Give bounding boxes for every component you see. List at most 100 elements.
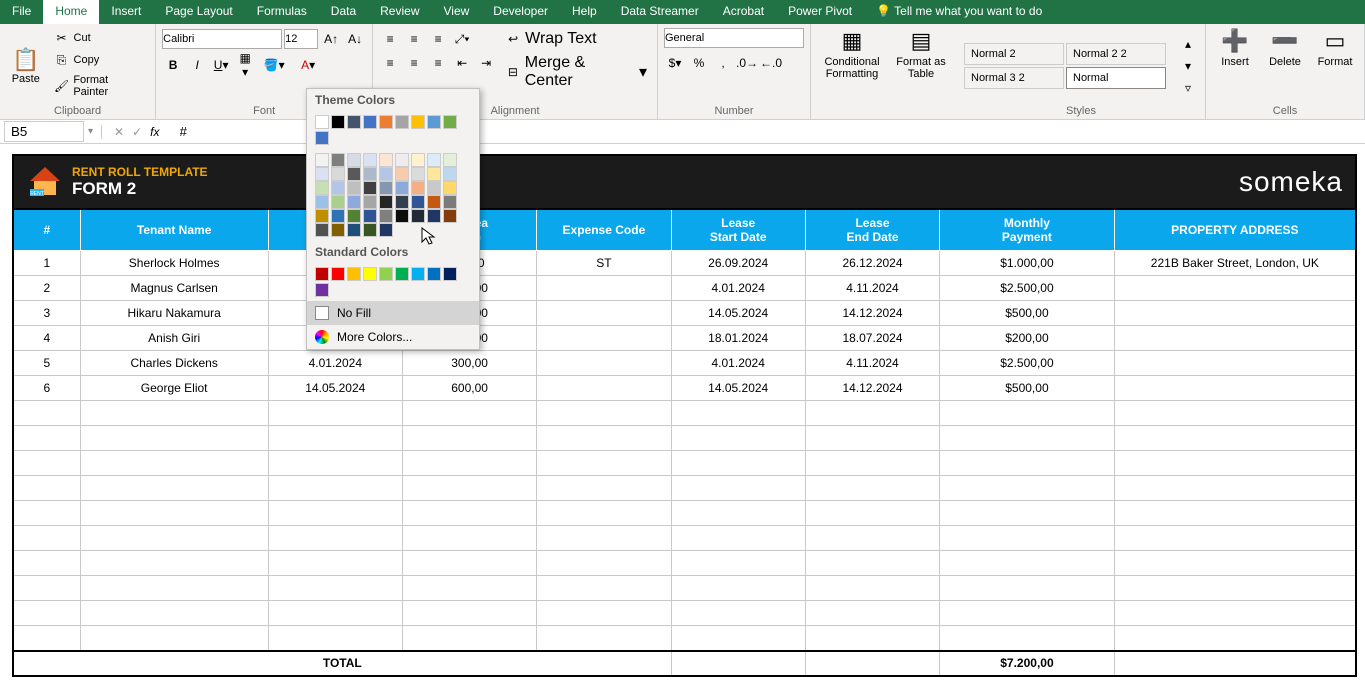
cell-empty[interactable] (940, 576, 1115, 601)
color-swatch[interactable] (379, 181, 393, 195)
cell-le[interactable]: 4.11.2024 (805, 351, 939, 376)
font-name-select[interactable] (162, 29, 282, 49)
color-swatch[interactable] (443, 209, 457, 223)
color-swatch[interactable] (347, 195, 361, 209)
cell-empty[interactable] (80, 401, 268, 426)
cell-empty[interactable] (1114, 451, 1356, 476)
cell-exp[interactable] (537, 376, 671, 401)
color-swatch[interactable] (411, 267, 425, 281)
cell-empty[interactable] (80, 551, 268, 576)
cell-exp[interactable]: ST (537, 251, 671, 276)
color-swatch[interactable] (347, 223, 361, 237)
cell-empty[interactable] (80, 501, 268, 526)
color-swatch[interactable] (379, 167, 393, 181)
color-swatch[interactable] (315, 283, 329, 297)
styles-scroll-up[interactable]: ▴ (1177, 33, 1199, 55)
color-swatch[interactable] (347, 115, 361, 129)
cell-empty[interactable] (805, 501, 939, 526)
format-as-table-button[interactable]: ▤ Format as Table (891, 28, 951, 117)
cell-ls[interactable]: 14.05.2024 (671, 301, 805, 326)
color-swatch[interactable] (347, 267, 361, 281)
tab-review[interactable]: Review (368, 0, 431, 24)
color-swatch[interactable] (411, 209, 425, 223)
cell-exp[interactable] (537, 301, 671, 326)
color-swatch[interactable] (331, 209, 345, 223)
cell-empty[interactable] (940, 451, 1115, 476)
fill-color-button[interactable]: 🪣▾ (258, 54, 290, 76)
cell-empty[interactable] (1114, 626, 1356, 651)
color-swatch[interactable] (315, 195, 329, 209)
color-swatch[interactable] (331, 115, 345, 129)
decrease-indent-button[interactable]: ⇤ (451, 52, 473, 74)
cell-addr[interactable]: 221B Baker Street, London, UK (1114, 251, 1356, 276)
align-middle-button[interactable]: ≡ (403, 28, 425, 50)
cell-empty[interactable] (1114, 426, 1356, 451)
cell-empty[interactable] (671, 426, 805, 451)
color-swatch[interactable] (395, 167, 409, 181)
align-center-button[interactable]: ≡ (403, 52, 425, 74)
cell-pay[interactable]: $200,00 (940, 326, 1115, 351)
cell-empty[interactable] (537, 526, 671, 551)
cell-empty[interactable] (537, 551, 671, 576)
cell-n[interactable]: 3 (13, 301, 80, 326)
cell-empty[interactable] (940, 476, 1115, 501)
underline-button[interactable]: U ▾ (210, 54, 232, 76)
cell-empty[interactable] (537, 501, 671, 526)
cell-empty[interactable] (1114, 576, 1356, 601)
insert-cells-button[interactable]: ➕Insert (1212, 28, 1258, 103)
cell-le[interactable]: 26.12.2024 (805, 251, 939, 276)
cell-empty[interactable] (940, 426, 1115, 451)
align-right-button[interactable]: ≡ (427, 52, 449, 74)
cell-exp[interactable] (537, 326, 671, 351)
cell-empty[interactable] (671, 451, 805, 476)
tab-data-streamer[interactable]: Data Streamer (609, 0, 711, 24)
tab-acrobat[interactable]: Acrobat (711, 0, 776, 24)
cell-tenant[interactable]: George Eliot (80, 376, 268, 401)
cell-empty[interactable] (13, 426, 80, 451)
cell-le[interactable]: 14.12.2024 (805, 376, 939, 401)
format-cells-button[interactable]: ▭Format (1312, 28, 1358, 103)
cell-empty[interactable] (805, 601, 939, 626)
color-swatch[interactable] (427, 195, 441, 209)
tab-home[interactable]: Home (43, 0, 99, 24)
cell-move[interactable]: 4.01.2024 (268, 351, 402, 376)
cell-empty[interactable] (402, 551, 536, 576)
cell-pay[interactable]: $500,00 (940, 301, 1115, 326)
paste-button[interactable]: 📋 Paste (6, 28, 46, 103)
color-swatch[interactable] (395, 153, 409, 167)
cell-empty[interactable] (940, 526, 1115, 551)
wrap-text-button[interactable]: ↩Wrap Text (501, 28, 651, 50)
color-swatch[interactable] (363, 153, 377, 167)
styles-more[interactable]: ▿ (1177, 77, 1199, 99)
header-lease-start[interactable]: LeaseStart Date (671, 209, 805, 251)
cell-empty[interactable] (537, 401, 671, 426)
cell-ls[interactable]: 14.05.2024 (671, 376, 805, 401)
fx-icon[interactable]: fx (150, 125, 159, 139)
cell-empty[interactable] (805, 426, 939, 451)
color-swatch[interactable] (315, 153, 329, 167)
color-swatch[interactable] (443, 267, 457, 281)
cell-empty[interactable] (671, 626, 805, 651)
color-swatch[interactable] (347, 167, 361, 181)
cell-addr[interactable] (1114, 376, 1356, 401)
color-swatch[interactable] (315, 209, 329, 223)
cell-addr[interactable] (1114, 276, 1356, 301)
header-num[interactable]: # (13, 209, 80, 251)
color-swatch[interactable] (379, 267, 393, 281)
color-swatch[interactable] (363, 181, 377, 195)
cell-empty[interactable] (940, 601, 1115, 626)
cell-empty[interactable] (671, 551, 805, 576)
cell-le[interactable]: 18.07.2024 (805, 326, 939, 351)
cancel-icon[interactable]: ✕ (114, 125, 124, 139)
color-swatch[interactable] (443, 153, 457, 167)
cell-empty[interactable] (268, 451, 402, 476)
color-swatch[interactable] (315, 267, 329, 281)
cell-empty[interactable] (671, 401, 805, 426)
cell-empty[interactable] (13, 501, 80, 526)
cell-tenant[interactable]: Hikaru Nakamura (80, 301, 268, 326)
color-swatch[interactable] (363, 267, 377, 281)
no-fill-option[interactable]: No Fill (307, 301, 479, 325)
cell-pay[interactable]: $500,00 (940, 376, 1115, 401)
namebox-dropdown-icon[interactable]: ▾ (88, 126, 93, 137)
cell-empty[interactable] (268, 626, 402, 651)
